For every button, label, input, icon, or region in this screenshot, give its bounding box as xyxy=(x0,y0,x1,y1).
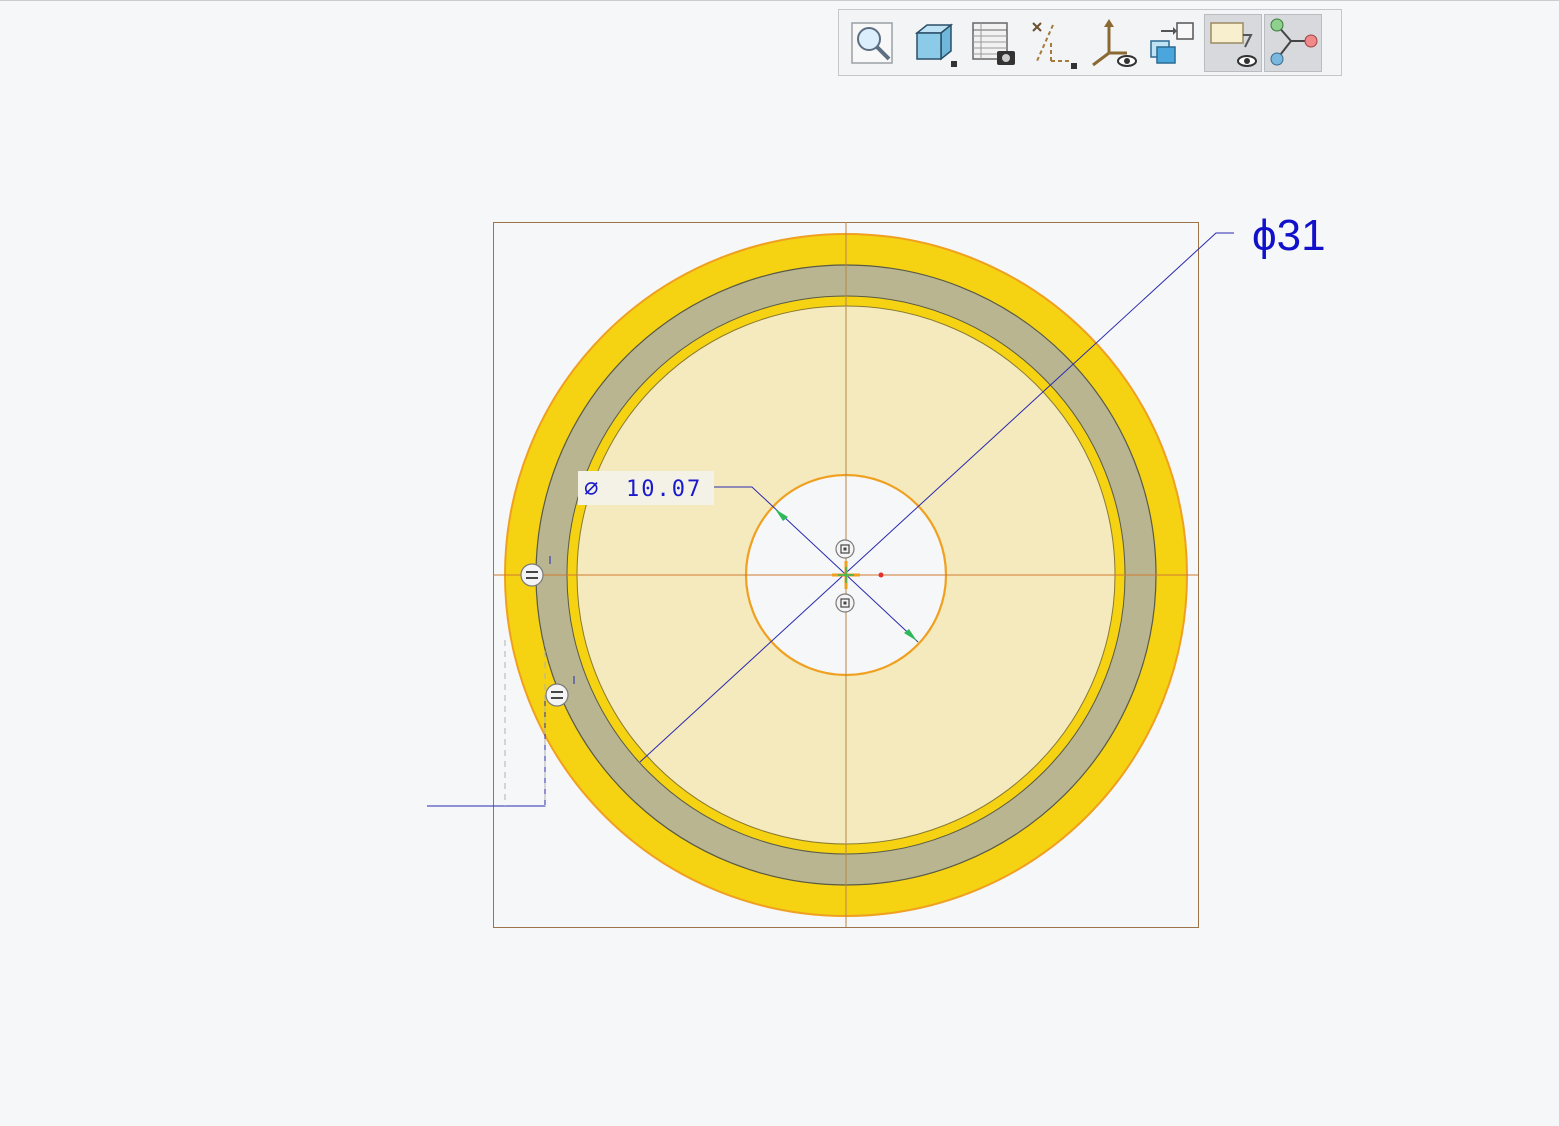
inner-diameter-symbol: ∅ xyxy=(584,474,598,502)
zoom-to-fit-button[interactable] xyxy=(844,14,902,72)
outer-diameter-label[interactable]: ϕ31 xyxy=(1252,211,1326,260)
table-camera-icon xyxy=(972,21,1015,65)
graphics-toolbar xyxy=(838,9,1342,76)
datum-axes-icon xyxy=(1032,21,1077,69)
display-style-button[interactable] xyxy=(904,14,962,72)
left-dimension-line xyxy=(427,700,546,807)
view-manager-button[interactable] xyxy=(1144,14,1202,72)
graphics-area[interactable]: ∅ 10.07 ϕ31 xyxy=(0,0,1559,1126)
equal-constraint-marker-2[interactable] xyxy=(545,683,569,707)
inner-diameter-value[interactable]: 10.07 xyxy=(626,477,702,502)
csys-display-button[interactable] xyxy=(1084,14,1142,72)
cube-icon xyxy=(914,22,957,67)
coincident-marker-top[interactable] xyxy=(835,539,855,559)
layered-views-icon xyxy=(1150,21,1194,64)
annotation-display-button[interactable] xyxy=(1204,13,1262,72)
annotation-eye-icon xyxy=(1210,21,1257,67)
coordinate-eye-icon xyxy=(1092,18,1137,67)
datum-display-button[interactable] xyxy=(1024,14,1082,72)
constraint-nodes-icon xyxy=(1270,18,1318,65)
magnifier-icon xyxy=(851,21,893,64)
equal-constraint-marker-1[interactable] xyxy=(520,563,544,587)
sketcher-display-button[interactable] xyxy=(1264,13,1322,72)
saved-views-button[interactable] xyxy=(964,14,1022,72)
coincident-marker-bottom[interactable] xyxy=(835,593,855,613)
